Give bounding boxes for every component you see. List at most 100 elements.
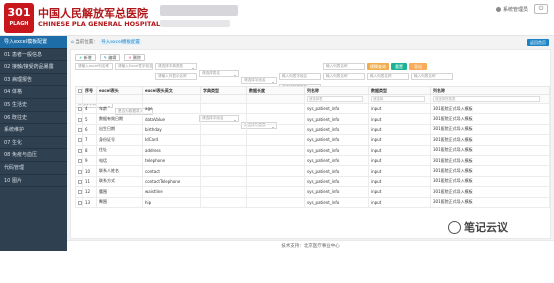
search-button[interactable]: 模糊查询 (367, 63, 389, 70)
row-checkbox[interactable] (78, 169, 82, 174)
type-filter-select[interactable]: 请选择 (371, 96, 426, 102)
col-data-type[interactable]: 数据类型 (368, 86, 431, 95)
filter-display-name[interactable]: 请输入列显示名称 (155, 73, 197, 80)
watermark-right: 笔记云议 (448, 219, 508, 235)
row-checkbox[interactable] (78, 148, 82, 153)
sidebar-item-system[interactable]: 系统维护 (0, 124, 67, 137)
user-name: 系统管理员 (502, 7, 528, 13)
sidebar-item-past-history[interactable]: 06 既往史 (0, 112, 67, 125)
cell-excel-header: 住址 (96, 144, 143, 156)
filter-table[interactable]: 请选择表名 (199, 70, 239, 77)
filter-column[interactable]: 请选择字段名 (241, 77, 277, 84)
cell-data-length (246, 165, 305, 177)
cell-excel-en: IdCard (142, 134, 201, 146)
export-button[interactable]: 导出 (409, 63, 427, 70)
table-row[interactable]: 11 联系方式 contactTelephone sys_patient_info in… (75, 175, 550, 188)
cell-template: 301医院正式导入模板 (430, 196, 550, 208)
row-select-cell[interactable] (75, 186, 83, 198)
sidebar-item-immune[interactable]: 08 免疫与血压 (0, 149, 67, 162)
add-button[interactable]: + 新增 (75, 54, 96, 61)
row-checkbox[interactable] (78, 107, 82, 112)
cell-excel-en: telephone (142, 154, 201, 167)
table-row[interactable]: 4 年龄 age sys_patient_info input 301医院正式导入模板 (75, 102, 550, 115)
cell-data-type: input (368, 144, 431, 156)
sidebar-item-images[interactable]: 10 图片 (0, 175, 67, 188)
table-row[interactable]: 8 住址 address sys_patient_info input 301医院正式导入… (75, 144, 550, 156)
row-checkbox[interactable] (78, 159, 82, 164)
sidebar-item-excel-template[interactable]: 导入excel模板配置 (0, 36, 67, 49)
row-select-cell[interactable] (75, 196, 83, 208)
row-select-cell[interactable] (75, 154, 83, 167)
filter-field-name[interactable]: 请输入Excel表字段名 (115, 63, 153, 70)
cell-data-length (246, 113, 305, 125)
filter-list-name[interactable]: 输入列表名称 (323, 63, 365, 70)
breadcrumb-current[interactable]: 导入excel模板配置 (99, 40, 143, 45)
sidebar-item-code-mgmt[interactable]: 代码管理 (0, 162, 67, 175)
sidebar-item-pathology[interactable]: 03 病理报告 (0, 74, 67, 87)
table-row[interactable]: 7 身份证号 IdCard sys_patient_info input 301医院正式导… (75, 134, 550, 146)
table-row[interactable]: 12 腰围 waistline sys_patient_info input 301医院正… (75, 186, 550, 198)
edit-label: 编辑 (108, 55, 117, 60)
filter-excel-name[interactable]: 请输入excel列名称 (75, 63, 113, 70)
back-home-button[interactable]: 返回首页 (527, 39, 549, 46)
col-table-name[interactable]: 列名称 (304, 86, 369, 95)
logout-icon[interactable]: ⏻ (534, 4, 548, 14)
table-row[interactable]: 9 电话 telephone sys_patient_info input 301医院正式… (75, 154, 550, 167)
table-row[interactable]: 5 数据有效日期 dataValue sys_patient_info input 301… (75, 113, 550, 125)
col-template[interactable]: 列名称 (430, 86, 550, 95)
row-checkbox[interactable] (78, 200, 82, 205)
cell-excel-header: 电话 (96, 154, 143, 167)
row-select-cell[interactable] (75, 113, 83, 125)
cell-index: 9 (82, 154, 97, 167)
table-filter-select[interactable]: 请选择表 (307, 96, 364, 102)
row-checkbox[interactable] (78, 138, 82, 143)
row-checkbox[interactable] (78, 190, 82, 195)
row-checkbox[interactable] (78, 117, 82, 122)
sidebar-item-life-history[interactable]: 05 生活史 (0, 99, 67, 112)
cell-table-name: sys_patient_info (304, 196, 369, 208)
row-select-cell[interactable] (75, 144, 83, 156)
col-excel-header[interactable]: excel表头 (96, 86, 143, 95)
row-select-cell[interactable] (75, 123, 83, 136)
table-row[interactable]: 13 臀围 hip sys_patient_info input 301医院正式导入模板 (75, 196, 550, 208)
user-menu[interactable]: 系统管理员 (495, 6, 528, 13)
select-all-cell[interactable] (75, 86, 83, 95)
table-row[interactable]: 6 出生日期 birthday sys_patient_info input 301医院正… (75, 123, 550, 136)
col-index[interactable]: 序号 (82, 86, 97, 95)
filter-dict-type[interactable]: 请选择字典类型 (155, 63, 197, 70)
filter-cell (142, 94, 201, 104)
table-header-row: 序号 excel表头 excel表头英文 字典类型 数据长度 列名称 数据类型 … (75, 86, 550, 95)
sidebar-item-biochem[interactable]: 07 生化 (0, 137, 67, 150)
col-excel-en[interactable]: excel表头英文 (142, 86, 201, 95)
sidebar-item-drug-exposure[interactable]: 02 接触/接受药品暴露 (0, 61, 67, 74)
delete-button[interactable]: ✕ 删除 (124, 54, 145, 61)
reset-button[interactable]: 重置 (391, 63, 407, 70)
row-select-cell[interactable] (75, 175, 83, 188)
row-checkbox[interactable] (78, 179, 82, 184)
row-select-cell[interactable] (75, 102, 83, 115)
filter-list-name-2[interactable]: 输入列表名称 (323, 73, 365, 80)
filter-list-field[interactable]: 输入列表字段名 (279, 73, 321, 80)
col-dict-type[interactable]: 字典类型 (200, 86, 247, 95)
filter-list-name-4[interactable]: 输入列表名称 (411, 73, 453, 80)
filter-list-name-3[interactable]: 输入列表名称 (367, 73, 409, 80)
cell-index: 5 (82, 113, 97, 125)
cell-dict-type (200, 123, 247, 136)
table-row[interactable]: 10 联系人姓名 contact sys_patient_info input 301医院… (75, 165, 550, 177)
hospital-title-en: CHINESE PLA GENERAL HOSPITAL (38, 20, 161, 28)
sidebar-item-patient-info[interactable]: 01 患者一般信息 (0, 49, 67, 62)
edit-button[interactable]: ✎ 编辑 (99, 54, 121, 61)
row-select-cell[interactable] (75, 165, 83, 177)
template-filter-select[interactable]: 请选择所属表 (433, 96, 540, 102)
cell-excel-header: 联系方式 (96, 175, 143, 188)
col-data-length[interactable]: 数据长度 (246, 86, 305, 95)
row-checkbox[interactable] (78, 127, 82, 132)
select-all-checkbox[interactable] (78, 89, 82, 93)
cell-template: 301医院正式导入模板 (430, 123, 550, 136)
cell-dict-type (200, 144, 247, 156)
cell-data-type: input (368, 154, 431, 167)
row-select-cell[interactable] (75, 134, 83, 146)
sidebar-item-physical[interactable]: 04 体格 (0, 86, 67, 99)
breadcrumb-prefix: 当前位置： (75, 40, 98, 45)
cell-table-name: sys_patient_info (304, 154, 369, 167)
